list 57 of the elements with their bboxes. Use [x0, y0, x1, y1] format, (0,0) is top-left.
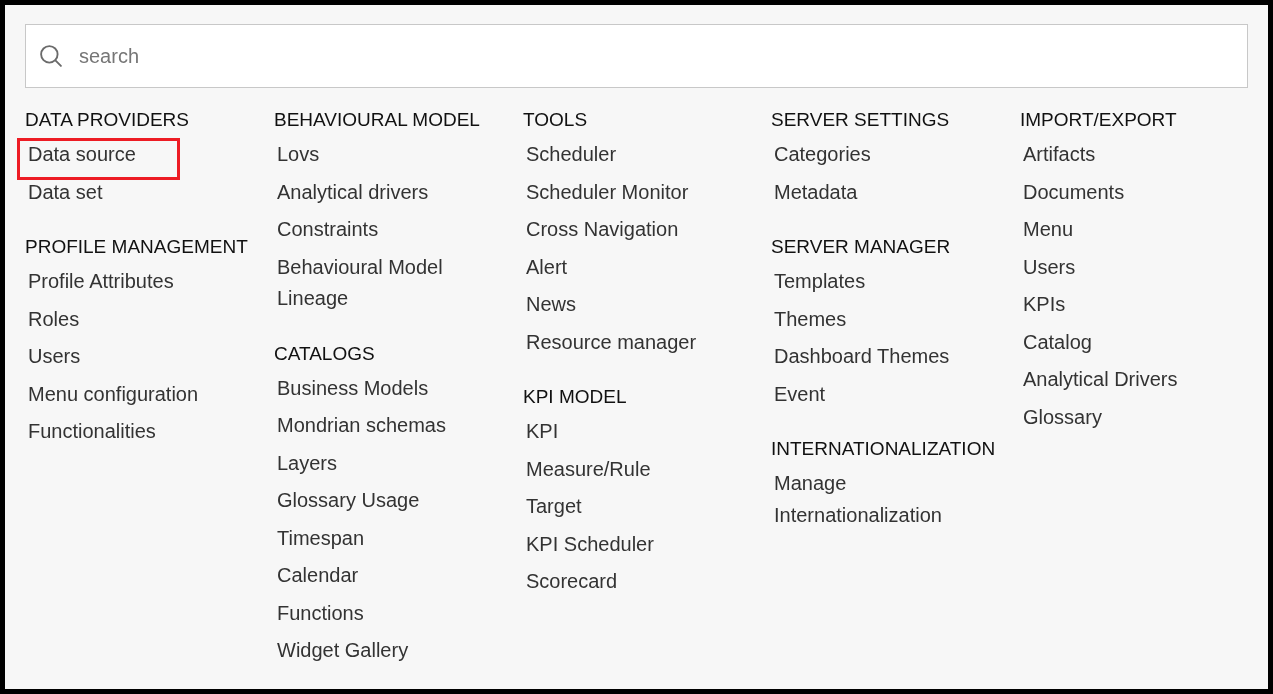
menu-link[interactable]: Constraints [274, 211, 382, 249]
menu-link[interactable]: Metadata [771, 173, 861, 211]
menu-link[interactable]: Documents [1020, 173, 1128, 211]
section-heading: IMPORT/EXPORT [1020, 108, 1178, 132]
menu-link[interactable]: Menu [1020, 211, 1077, 249]
menu-link[interactable]: Widget Gallery [274, 632, 412, 670]
menu-link[interactable]: Scorecard [523, 563, 621, 601]
search-icon [40, 45, 62, 67]
section-heading: SERVER SETTINGS [771, 108, 951, 132]
menu-link[interactable]: Templates [771, 263, 869, 301]
menu-link[interactable]: Themes [771, 300, 850, 338]
menu-link[interactable]: Catalog [1020, 323, 1095, 361]
section-heading: KPI MODEL [523, 385, 628, 409]
section-heading: CATALOGS [274, 341, 376, 366]
menu-link[interactable]: KPIs [1020, 286, 1069, 324]
menu-link[interactable]: Analytical Drivers [1020, 361, 1181, 399]
menu-link[interactable]: Calendar [274, 557, 362, 595]
menu-link[interactable]: Event [771, 375, 829, 413]
menu-link[interactable]: KPI [523, 413, 562, 451]
menu-link[interactable]: Resource manager [523, 323, 700, 361]
menu-link[interactable]: KPI Scheduler [523, 525, 657, 563]
menu-link[interactable]: Dashboard Themes [771, 338, 953, 376]
menu-link[interactable]: Categories [771, 136, 874, 174]
menu-link[interactable]: Target [523, 488, 585, 526]
menu-link[interactable]: Functionalities [25, 413, 159, 451]
menu-link[interactable]: Functions [274, 594, 367, 632]
menu-link[interactable]: Glossary Usage [274, 482, 423, 520]
menu-link[interactable]: Glossary [1020, 398, 1105, 436]
menu-link[interactable]: Alert [523, 248, 571, 286]
menu-link[interactable]: Roles [25, 300, 83, 338]
section-heading: BEHAVIOURAL MODEL [274, 108, 481, 132]
menu-link[interactable]: Business Models [274, 369, 432, 407]
menu-link[interactable]: Cross Navigation [523, 211, 682, 249]
section-heading: TOOLS [523, 108, 589, 132]
menu-link[interactable]: Manage Internationalization [771, 465, 986, 534]
menu-link[interactable]: Analytical drivers [274, 173, 432, 211]
menu-link[interactable]: Data source [25, 136, 139, 174]
menu-link[interactable]: Timespan [274, 519, 368, 557]
menu-link[interactable]: Profile Attributes [25, 263, 177, 301]
menu-link[interactable]: Behavioural Model Lineage [274, 248, 489, 318]
menu-link[interactable]: Measure/Rule [523, 450, 654, 488]
section-heading: DATA PROVIDERS [25, 108, 190, 132]
section-heading: INTERNATIONALIZATION [771, 437, 997, 461]
menu-link[interactable]: Users [1020, 248, 1079, 286]
search-field[interactable]: search [25, 24, 1248, 88]
menu-link[interactable]: Users [25, 338, 84, 376]
menu-link[interactable]: Lovs [274, 136, 323, 174]
section-heading: PROFILE MANAGEMENT [25, 235, 249, 259]
menu-link[interactable]: Scheduler [523, 136, 620, 174]
menu-link[interactable]: Menu configuration [25, 375, 202, 413]
menu-link[interactable]: Data set [25, 173, 106, 211]
menu-link[interactable]: Scheduler Monitor [523, 173, 692, 211]
menu-link[interactable]: Layers [274, 444, 341, 482]
menu-link[interactable]: Mondrian schemas [274, 407, 449, 445]
menu-link[interactable]: News [523, 286, 579, 324]
menu-link[interactable]: Artifacts [1020, 136, 1099, 174]
section-heading: SERVER MANAGER [771, 235, 952, 259]
